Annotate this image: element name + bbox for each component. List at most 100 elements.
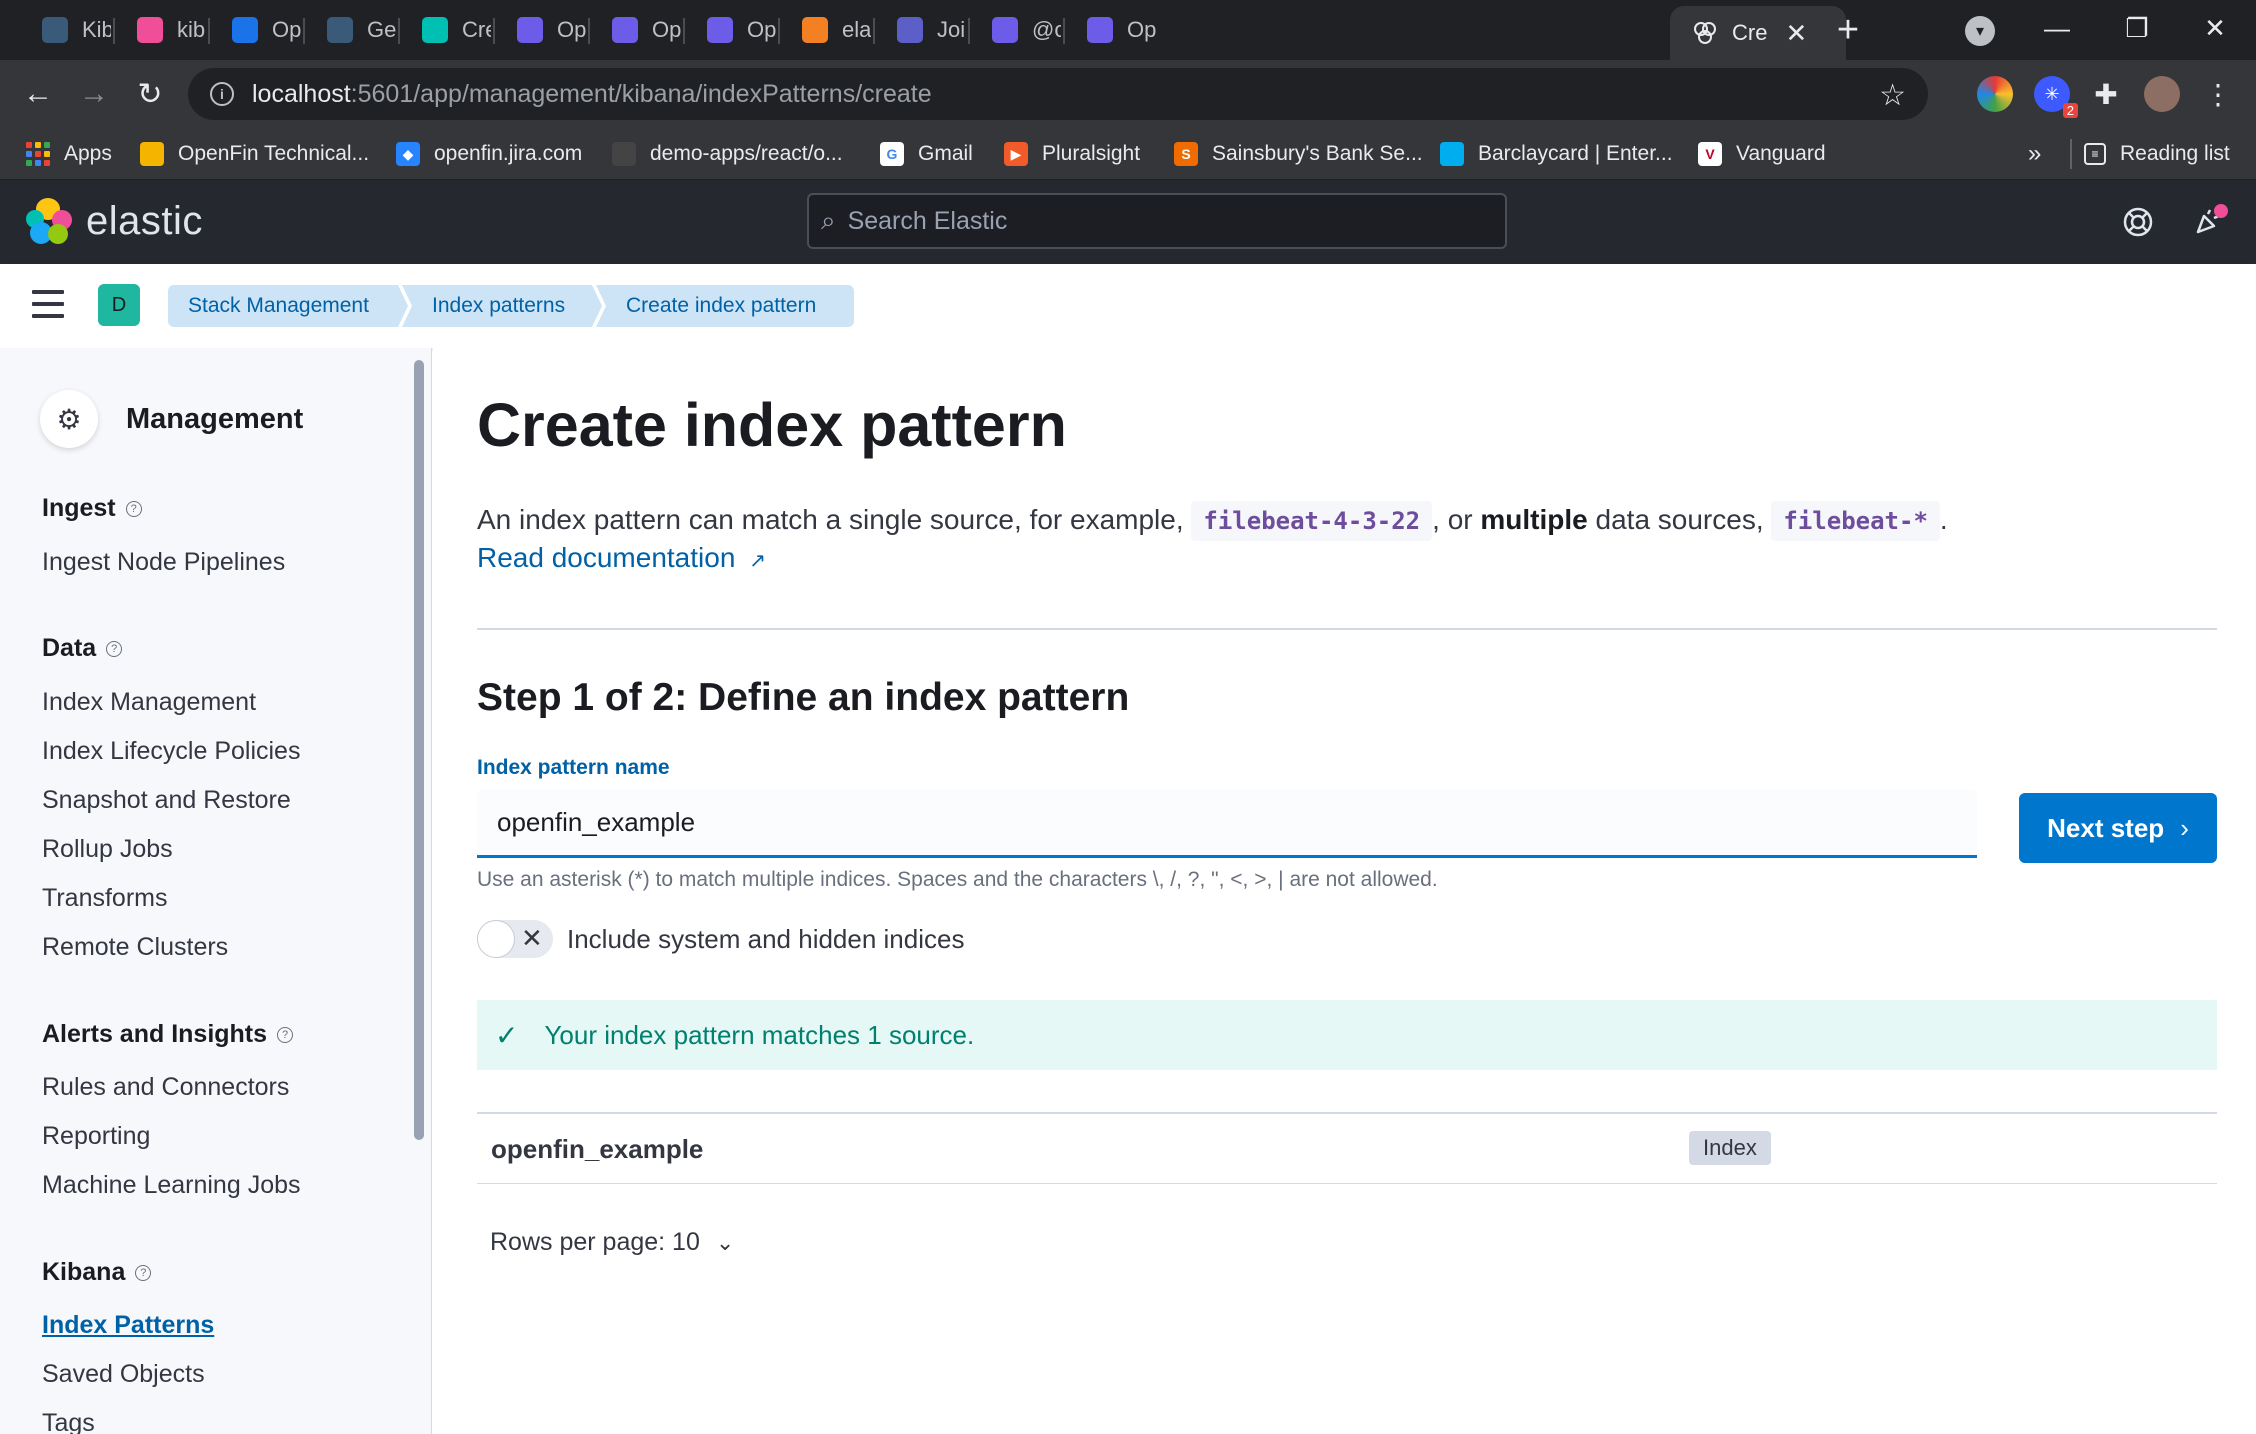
profile-avatar[interactable] [2144,76,2180,112]
sidebar-item-index-management[interactable]: Index Management [42,688,256,717]
search-input[interactable] [847,206,1448,236]
address-bar[interactable]: i localhost:5601/app/management/kibana/i… [188,68,1928,120]
sidebar-item-ingest-node-pipelines[interactable]: Ingest Node Pipelines [42,548,285,577]
sidebar-item-tags[interactable]: Tags [42,1409,95,1434]
reading-list-button[interactable]: ≡ Reading list [2084,138,2230,170]
reload-button[interactable]: ↻ [128,72,172,116]
stackoverflow-icon [802,17,828,43]
sidebar-item-reporting[interactable]: Reporting [42,1122,150,1151]
elastic-icon [137,17,163,43]
browser-tab[interactable]: OpenFi [590,8,681,52]
include-system-indices-toggle[interactable]: ✕ [477,920,553,958]
breadcrumb-index-patterns[interactable]: Index patterns [402,285,602,327]
extension-color-icon[interactable] [1977,76,2013,112]
more-menu-icon[interactable]: ⋮ [2200,76,2236,112]
browser-tab[interactable]: Create [400,8,491,52]
tab-title: OpenFi [747,17,776,42]
browser-tab[interactable]: OpenFi [495,8,586,52]
sidebar-item-index-lifecycle-policies[interactable]: Index Lifecycle Policies [42,737,300,766]
tab-separator [873,18,875,44]
browser-tab[interactable]: OpenFi [1065,8,1156,52]
next-step-button[interactable]: Next step › [2019,793,2217,863]
bookmarks-overflow-button[interactable]: » [2028,138,2041,170]
chevron-right-icon: › [2180,812,2189,843]
bookmark-label: Vanguard [1736,142,1826,165]
bookmark-item[interactable]: V Vanguard [1698,138,1826,170]
sidebar-item-index-patterns[interactable]: Index Patterns [42,1311,214,1340]
notification-dot [2214,204,2228,218]
step-title: Step 1 of 2: Define an index pattern [477,676,1130,719]
browser-tab[interactable]: Get Do [305,8,396,52]
browser-tab[interactable]: Join co [875,8,966,52]
breadcrumb-stack-management[interactable]: Stack Management [168,285,408,327]
news-feed-icon[interactable] [2188,202,2228,242]
tab-title: elastics [842,17,871,42]
index-pattern-name-input[interactable] [477,807,1937,838]
forward-button[interactable]: → [72,72,116,116]
browser-tab[interactable]: OpenFi [210,8,301,52]
sidebar-item-rules-and-connectors[interactable]: Rules and Connectors [42,1073,289,1102]
index-pattern-name-label: Index pattern name [477,756,670,779]
bookmark-item[interactable]: ▶ Pluralsight [1004,138,1140,170]
help-icon[interactable] [2118,202,2158,242]
browser-tab[interactable]: kibana [115,8,206,52]
tab-title: OpenFi [557,17,586,42]
global-search[interactable]: ⌕ [807,193,1507,249]
new-tab-button[interactable]: + [1828,9,1868,51]
extensions-puzzle-icon[interactable]: ✚ [2088,76,2124,112]
question-icon: ? [135,1264,152,1281]
example-multi-code: filebeat-* [1771,501,1940,541]
info-icon[interactable]: i [210,82,234,106]
restore-button[interactable]: ❐ [2112,8,2162,48]
include-system-indices-label: Include system and hidden indices [567,923,965,954]
tab-active[interactable]: Cre ✕ [1670,6,1846,60]
sidebar-item-transforms[interactable]: Transforms [42,884,167,913]
menu-icon[interactable] [32,290,64,318]
bookmark-label: openfin.jira.com [434,142,583,165]
extension-asterisk-icon[interactable]: ✳ 2 [2034,76,2078,118]
bookmark-item[interactable]: S Sainsbury's Bank Se... [1174,138,1423,170]
bookmark-label: Pluralsight [1042,142,1141,165]
space-avatar[interactable]: D [98,284,140,326]
browser-tab[interactable]: Kibana [20,8,111,52]
sidebar-item-rollup-jobs[interactable]: Rollup Jobs [42,835,173,864]
example-single-code: filebeat-4-3-22 [1191,501,1433,541]
bookmark-item[interactable]: G Gmail [880,138,973,170]
bookmark-item[interactable]: OpenFin Technical... [140,138,369,170]
back-button[interactable]: ← [16,72,60,116]
kibana-icon [42,17,68,43]
rows-per-page-selector[interactable]: Rows per page: 10 ⌄ [490,1228,734,1257]
tab-separator [588,18,590,44]
close-icon[interactable]: ✕ [1785,18,1807,49]
minimize-button[interactable]: — [2032,8,2082,48]
jira-icon [517,17,543,43]
browser-tab[interactable]: OpenFi [685,8,776,52]
bookmark-item[interactable]: demo-apps/react/o... [612,138,843,170]
index-name: openfin_example [491,1134,704,1164]
divider [477,628,2217,630]
pluralsight-icon: ▶ [1004,142,1028,166]
main-content: Create index pattern An index pattern ca… [433,348,2256,1434]
browser-tab[interactable]: @open [970,8,1061,52]
sidebar-header: ⚙ Management [40,390,303,448]
elastic-logo[interactable]: elastic [26,198,203,244]
index-pattern-name-field[interactable] [477,790,1977,858]
bookmark-apps[interactable]: Apps [26,138,112,170]
chevron-down-icon: ⌄ [715,1229,735,1255]
tab-title: OpenFi [1127,17,1156,42]
bookmark-label: Barclaycard | Enter... [1478,142,1673,165]
sidebar-item-snapshot-and-restore[interactable]: Snapshot and Restore [42,786,291,815]
sidebar-item-saved-objects[interactable]: Saved Objects [42,1360,205,1389]
read-documentation-link[interactable]: Read documentation ↗ [477,542,766,574]
include-system-indices-row: ✕ Include system and hidden indices [477,920,964,958]
sidebar-item-machine-learning-jobs[interactable]: Machine Learning Jobs [42,1171,301,1200]
bookmark-item[interactable]: ◆ openfin.jira.com [396,138,582,170]
sidebar-scrollbar[interactable] [414,360,424,1140]
page-title: Create index pattern [477,391,1067,459]
bookmark-star-icon[interactable]: ☆ [1879,78,1906,113]
sidebar-item-remote-clusters[interactable]: Remote Clusters [42,933,228,962]
bookmark-item[interactable]: Barclaycard | Enter... [1440,138,1673,170]
browser-tab[interactable]: elastics [780,8,871,52]
window-close-button[interactable]: ✕ [2190,8,2240,48]
tab-search-button[interactable]: ▾ [1965,16,1995,46]
